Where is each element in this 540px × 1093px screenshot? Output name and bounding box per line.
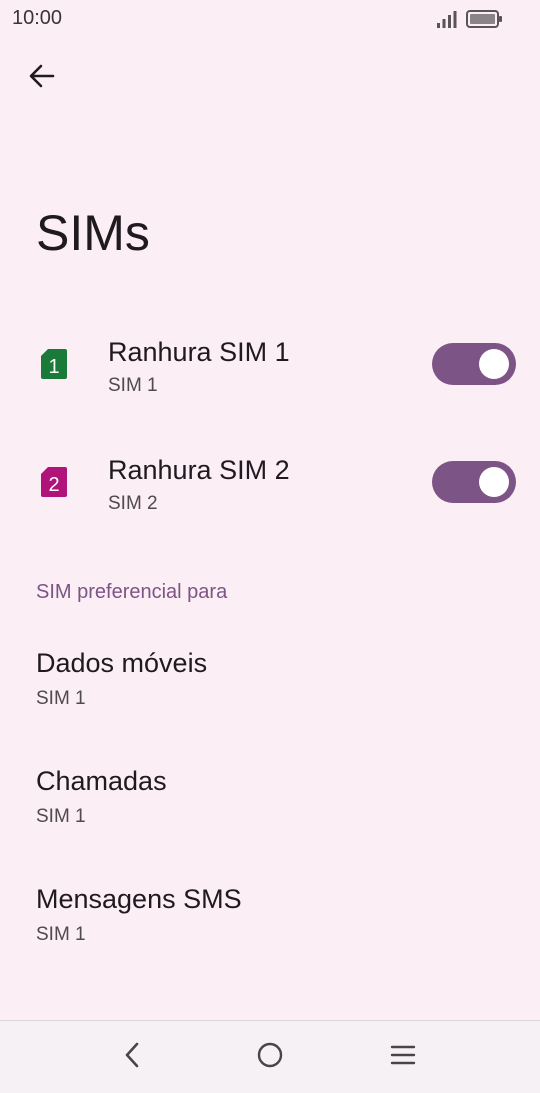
back-button[interactable] [22, 58, 62, 98]
toggle-knob [479, 467, 509, 497]
mobile-data-value: SIM 1 [36, 688, 86, 709]
calls-value: SIM 1 [36, 806, 86, 827]
preferred-sim-section-header: SIM preferencial para [36, 581, 228, 603]
nav-home-icon [256, 1041, 284, 1074]
sim-2-number: 2 [48, 474, 59, 496]
nav-menu-button[interactable] [383, 1037, 423, 1077]
sim-1-number: 1 [48, 356, 59, 378]
sim-1-subtitle: SIM 1 [108, 375, 158, 396]
calls-title: Chamadas [36, 766, 167, 796]
sim-2-toggle[interactable] [432, 461, 516, 503]
sim-card-1-icon: 1 [40, 348, 68, 380]
signal-icon [436, 10, 458, 33]
status-time: 10:00 [12, 7, 63, 29]
status-bar: 10:00 [0, 0, 540, 40]
preferred-calls-row[interactable]: Chamadas SIM 1 [0, 750, 540, 860]
sms-value: SIM 1 [36, 924, 86, 945]
preferred-sms-row[interactable]: Mensagens SMS SIM 1 [0, 868, 540, 978]
nav-home-button[interactable] [250, 1037, 290, 1077]
mobile-data-title: Dados móveis [36, 648, 208, 678]
sms-title: Mensagens SMS [36, 884, 242, 914]
sim-card-2-icon: 2 [40, 466, 68, 498]
sim-2-title: Ranhura SIM 2 [108, 455, 290, 485]
nav-back-icon [120, 1041, 144, 1074]
sim-1-toggle[interactable] [432, 343, 516, 385]
sim-1-title: Ranhura SIM 1 [108, 337, 290, 367]
arrow-left-icon [28, 62, 56, 95]
navigation-bar [0, 1020, 540, 1093]
nav-back-button[interactable] [112, 1037, 152, 1077]
sim-slot-2-row[interactable]: 2 Ranhura SIM 2 SIM 2 [0, 438, 540, 538]
preferred-mobile-data-row[interactable]: Dados móveis SIM 1 [0, 632, 540, 742]
toggle-knob [479, 349, 509, 379]
sim-2-subtitle: SIM 2 [108, 493, 158, 514]
page-title: SIMs [36, 205, 150, 261]
battery-icon [466, 9, 504, 34]
nav-menu-icon [390, 1044, 416, 1071]
sim-slot-1-row[interactable]: 1 Ranhura SIM 1 SIM 1 [0, 320, 540, 420]
